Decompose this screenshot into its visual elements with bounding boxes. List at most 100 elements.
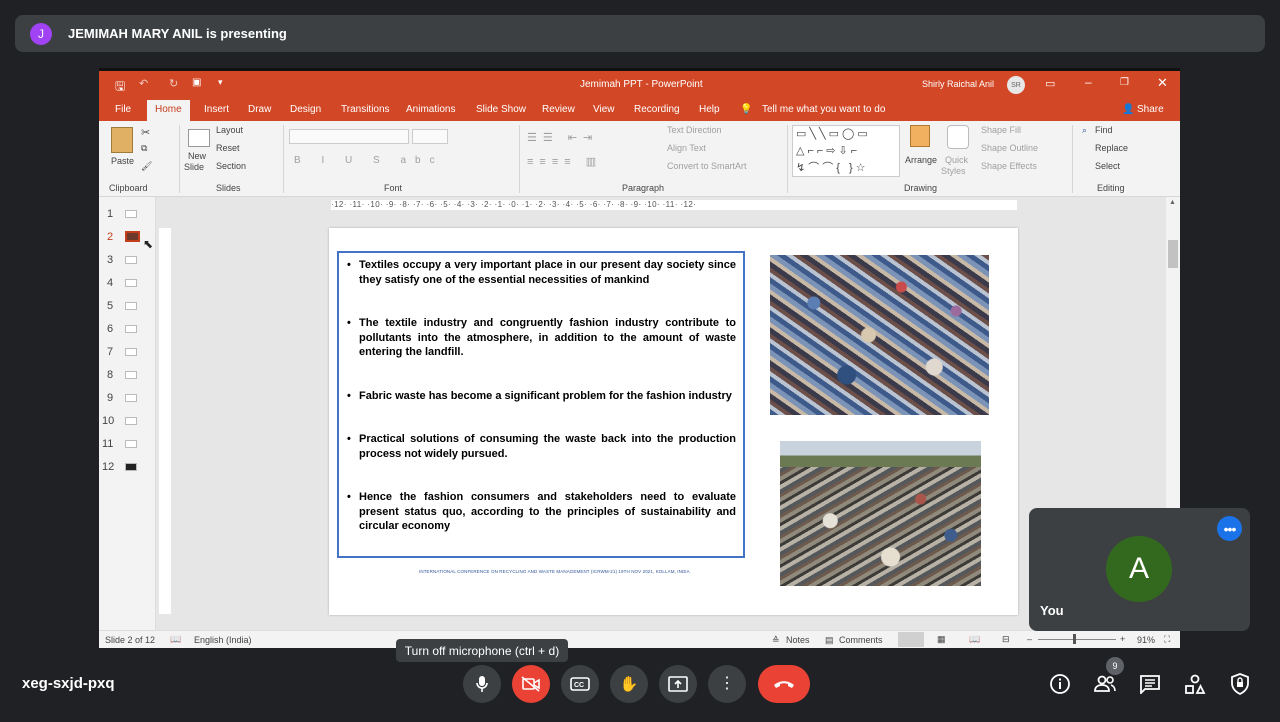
paste-icon[interactable] xyxy=(111,127,133,153)
minimize-icon[interactable]: – xyxy=(1085,75,1092,89)
copy-icon[interactable]: ⧉ xyxy=(141,143,147,154)
tab-transitions[interactable]: Transitions xyxy=(341,102,390,117)
shapes-gallery[interactable]: ▭╲╲▭◯▭ △⌐⌐⇨⇩⌐ ↯⌒⌒{ }☆ xyxy=(792,125,900,177)
comments-icon[interactable]: ▤ xyxy=(825,635,834,646)
share-button[interactable]: Share xyxy=(1137,102,1164,117)
tab-home[interactable]: Home xyxy=(147,100,190,121)
paste-button[interactable]: Paste xyxy=(111,156,134,166)
close-icon[interactable]: ✕ xyxy=(1157,75,1168,91)
reset-button[interactable]: Reset xyxy=(216,143,240,153)
slide-thumb[interactable] xyxy=(125,256,137,264)
align-icons[interactable]: ≡≡≡≡ ▥ xyxy=(527,155,602,168)
user-avatar[interactable]: SR xyxy=(1007,76,1025,94)
microphone-button[interactable] xyxy=(463,665,501,703)
slide-thumb[interactable] xyxy=(125,463,137,471)
tab-animations[interactable]: Animations xyxy=(406,102,455,117)
new-slide-label-2[interactable]: Slide xyxy=(184,162,204,172)
align-text-button[interactable]: Align Text xyxy=(667,143,706,153)
meeting-details-icon[interactable] xyxy=(1048,672,1072,696)
slide-thumb[interactable] xyxy=(125,210,137,218)
slideshow-icon[interactable]: ▣ xyxy=(192,77,201,88)
cut-icon[interactable]: ✂ xyxy=(141,126,150,139)
slide-number[interactable]: 7 xyxy=(107,346,113,358)
leave-call-button[interactable] xyxy=(758,665,810,703)
scroll-up-icon[interactable]: ▲ xyxy=(1169,199,1176,206)
zoom-out-icon[interactable]: – xyxy=(1027,634,1032,644)
chat-icon[interactable] xyxy=(1138,672,1162,696)
quick-styles-icon[interactable] xyxy=(947,125,969,149)
slide-thumb-selected[interactable] xyxy=(125,231,140,242)
notes-icon[interactable]: ≙ xyxy=(772,635,780,646)
undo-icon[interactable]: ↶ xyxy=(139,77,148,90)
select-button[interactable]: Select xyxy=(1095,161,1120,171)
new-slide-label[interactable]: New xyxy=(188,151,206,161)
list-icons[interactable]: ☰☰ ⇤⇥ xyxy=(527,131,598,144)
host-controls-icon[interactable] xyxy=(1228,672,1252,696)
raise-hand-button[interactable]: ✋ xyxy=(610,665,648,703)
slide-thumb[interactable] xyxy=(125,302,137,310)
spellcheck-icon[interactable]: 📖 xyxy=(170,634,181,645)
restore-icon[interactable]: ❐ xyxy=(1120,77,1129,88)
language-status[interactable]: English (India) xyxy=(194,635,252,645)
slide-thumb[interactable] xyxy=(125,348,137,356)
present-button[interactable] xyxy=(659,665,697,703)
customize-qat-icon[interactable]: ▾ xyxy=(218,77,223,88)
more-options-menu-button[interactable]: ⋮ xyxy=(708,665,746,703)
font-size-select[interactable] xyxy=(412,129,448,144)
font-family-select[interactable] xyxy=(289,129,409,144)
slideshow-view-icon[interactable]: ⊟ xyxy=(1002,634,1010,645)
textile-waste-photo[interactable] xyxy=(770,255,989,415)
redo-icon[interactable]: ↻ xyxy=(169,77,178,90)
notes-button[interactable]: Notes xyxy=(786,635,810,645)
scroll-thumb[interactable] xyxy=(1168,240,1178,268)
slide-number[interactable]: 11 xyxy=(102,438,113,450)
slide-number-selected[interactable]: 2 xyxy=(107,231,113,243)
find-button[interactable]: Find xyxy=(1095,125,1113,135)
slide-thumb[interactable] xyxy=(125,394,137,402)
slide-number[interactable]: 6 xyxy=(107,323,113,335)
font-format-icons[interactable]: B I U S abc xyxy=(294,155,444,166)
reading-view-icon[interactable]: 📖 xyxy=(969,634,980,645)
slide-number[interactable]: 4 xyxy=(107,277,113,289)
new-slide-icon[interactable] xyxy=(188,129,210,147)
tab-file[interactable]: File xyxy=(115,102,131,117)
slide-number[interactable]: 10 xyxy=(102,415,114,427)
tab-review[interactable]: Review xyxy=(542,102,575,117)
slide-number[interactable]: 1 xyxy=(107,208,113,220)
slide-number[interactable]: 12 xyxy=(102,461,114,473)
landfill-photo[interactable] xyxy=(780,441,981,586)
find-icon[interactable]: ⌕ xyxy=(1082,125,1087,136)
zoom-slider[interactable] xyxy=(1038,639,1116,640)
slide-thumb[interactable] xyxy=(125,325,137,333)
layout-button[interactable]: Layout xyxy=(216,125,243,135)
comments-button[interactable]: Comments xyxy=(839,635,883,645)
format-painter-icon[interactable]: 🖌 xyxy=(141,161,152,172)
slide-number[interactable]: 3 xyxy=(107,254,113,266)
share-icon[interactable]: 👤 xyxy=(1122,102,1134,117)
bullet-textbox[interactable]: Textiles occupy a very important place i… xyxy=(337,251,745,558)
section-button[interactable]: Section xyxy=(216,161,246,171)
normal-view-icon[interactable] xyxy=(898,632,924,647)
slide-canvas[interactable]: Textiles occupy a very important place i… xyxy=(329,228,1018,615)
self-video-tile[interactable]: ••• A You xyxy=(1029,508,1250,631)
shape-effects-button[interactable]: Shape Effects xyxy=(981,161,1037,171)
save-icon[interactable]: 🖫 xyxy=(115,77,125,98)
convert-smartart-button[interactable]: Convert to SmartArt xyxy=(667,161,747,171)
slide-sorter-icon[interactable]: ▦ xyxy=(937,634,946,645)
tell-me-search[interactable]: Tell me what you want to do xyxy=(762,102,885,117)
captions-button[interactable]: CC xyxy=(561,665,599,703)
activities-icon[interactable] xyxy=(1183,672,1207,696)
ribbon-display-icon[interactable]: ▭ xyxy=(1045,77,1055,90)
more-options-button[interactable]: ••• xyxy=(1217,516,1242,541)
slide-thumb[interactable] xyxy=(125,440,137,448)
people-icon[interactable] xyxy=(1093,672,1117,696)
replace-button[interactable]: Replace xyxy=(1095,143,1128,153)
slide-thumb[interactable] xyxy=(125,417,137,425)
zoom-level[interactable]: 91% xyxy=(1137,635,1155,645)
zoom-slider-thumb[interactable] xyxy=(1073,634,1076,644)
quick-styles-label[interactable]: Quick xyxy=(945,155,968,165)
tab-help[interactable]: Help xyxy=(699,102,720,117)
quick-styles-label-2[interactable]: Styles xyxy=(941,166,966,176)
arrange-button[interactable]: Arrange xyxy=(905,155,937,165)
slide-number[interactable]: 8 xyxy=(107,369,113,381)
